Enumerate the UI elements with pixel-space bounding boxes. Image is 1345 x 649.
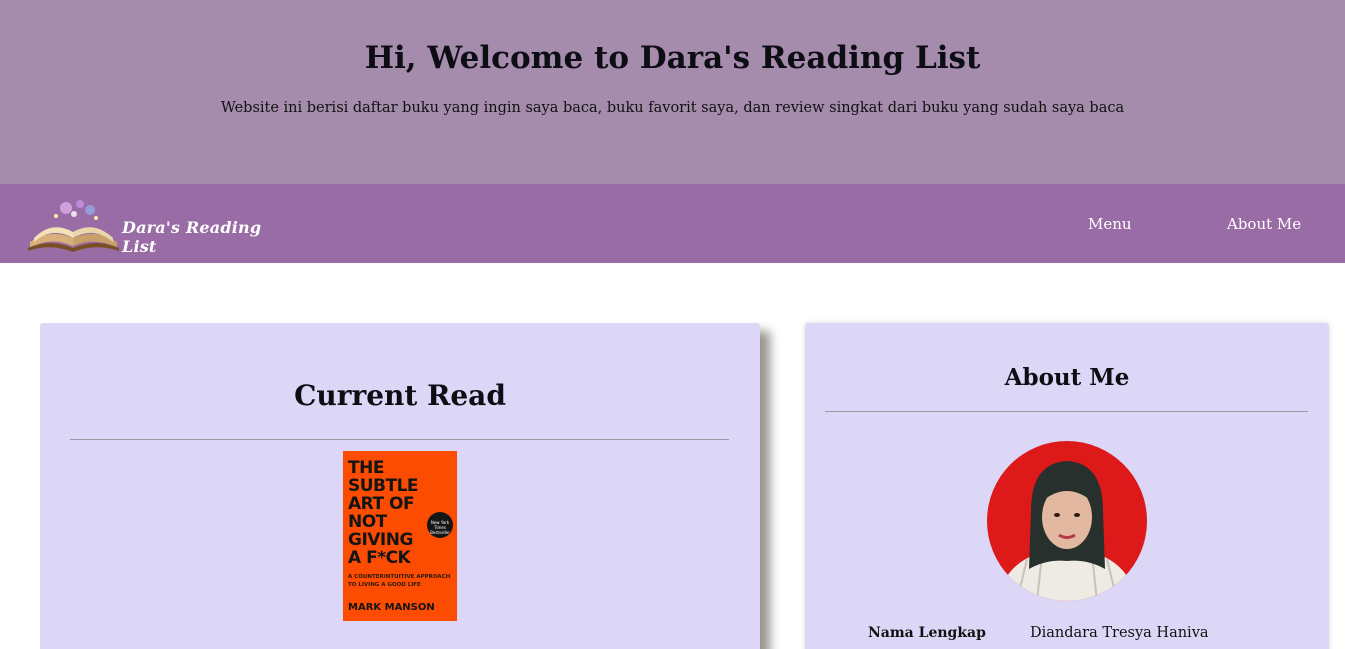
about-me-card: About Me Nama Lengkap Diandara Tresya Ha… [805,323,1329,649]
nav-link-menu[interactable]: Menu [1088,215,1132,233]
current-read-title: Current Read [294,379,506,412]
profile-photo [987,441,1147,601]
divider [825,411,1308,412]
book-author: MARK MANSON [348,602,435,613]
book-subtitle: A COUNTERINTUITIVE APPROACH TO LIVING A … [348,574,451,588]
current-read-card: Current Read THE SUBTLE ART OF NOT GIVIN… [40,323,760,649]
hero-header: Hi, Welcome to Dara's Reading List Websi… [0,0,1345,184]
book-title: THE SUBTLE ART OF NOT GIVING A F*CK [348,458,419,568]
full-name-value: Diandara Tresya Haniva [1030,625,1209,641]
about-me-title: About Me [1004,364,1130,391]
page-subtitle: Website ini berisi daftar buku yang ingi… [220,100,1125,116]
page-title: Hi, Welcome to Dara's Reading List [364,40,981,76]
logo-text: Dara's Reading List [122,218,262,256]
full-name-label: Nama Lengkap [868,625,986,641]
nav-link-about-me[interactable]: About Me [1227,215,1301,233]
open-book-logo-icon [28,200,119,252]
navbar: Dara's Reading List Menu About Me [0,184,1345,263]
site-logo[interactable]: Dara's Reading List [26,198,276,256]
avatar [987,441,1147,601]
divider [70,439,729,440]
bestseller-badge: New York Times Bestseller [427,512,453,538]
book-cover[interactable]: THE SUBTLE ART OF NOT GIVING A F*CK New … [343,451,457,621]
